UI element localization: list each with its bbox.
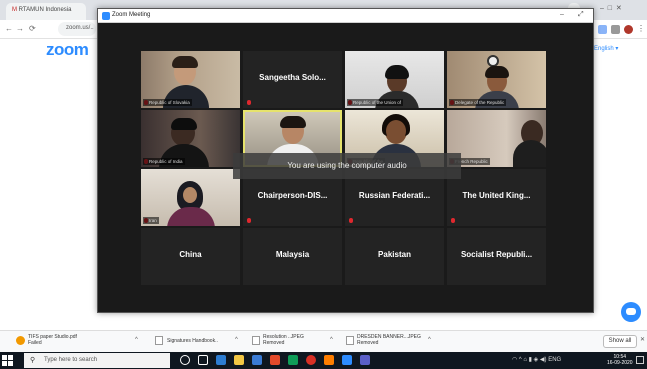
app-icon[interactable] bbox=[360, 355, 370, 365]
chevron-up-icon[interactable]: ^ bbox=[235, 337, 238, 343]
participant-name: Sangeetha Solo... bbox=[259, 73, 326, 82]
participant-name-label: Republic of Slovakia bbox=[143, 99, 192, 106]
chevron-up-icon[interactable]: ^ bbox=[428, 337, 431, 343]
participant-tile[interactable]: Pakistan bbox=[345, 228, 444, 285]
zoom-app-icon bbox=[102, 12, 110, 20]
participant-tile[interactable]: French Republic bbox=[447, 110, 546, 167]
windows-start-icon[interactable] bbox=[2, 355, 13, 366]
audio-notification-toast: You are using the computer audio bbox=[233, 153, 461, 179]
url-input[interactable]: zoom.us/.. bbox=[58, 22, 96, 36]
system-tray-icons[interactable]: ◠ ^ ⌂ ▮ ◈ ◀) ENG bbox=[512, 356, 561, 363]
taskbar-search-input[interactable]: Type here to search bbox=[24, 353, 170, 368]
close-icon[interactable]: ✕ bbox=[640, 336, 645, 343]
profile-avatar[interactable] bbox=[624, 25, 633, 34]
show-all-button[interactable]: Show all bbox=[603, 335, 637, 348]
menu-icon[interactable]: ⋮ bbox=[637, 24, 645, 33]
participant-tile[interactable]: Sangeetha Solo... bbox=[243, 51, 342, 108]
muted-mic-icon bbox=[247, 100, 251, 105]
download-item[interactable]: TIFS paper Studio.pdf Failed bbox=[28, 334, 100, 346]
window-controls-behind[interactable]: – □ ✕ bbox=[600, 4, 622, 12]
search-icon: ⚲ bbox=[30, 357, 36, 364]
participant-name: Chairperson-DIS... bbox=[257, 191, 328, 200]
participant-tile[interactable]: Republic of the Union of bbox=[345, 51, 444, 108]
file-icon bbox=[155, 336, 163, 345]
notification-icon[interactable] bbox=[636, 356, 644, 364]
app-icon[interactable] bbox=[324, 355, 334, 365]
participant-tile[interactable]: The United King... bbox=[447, 169, 546, 226]
gmail-icon: M bbox=[12, 7, 19, 13]
warning-icon bbox=[16, 336, 25, 345]
app-icon[interactable] bbox=[270, 355, 280, 365]
participant-name: Socialist Republi... bbox=[460, 250, 533, 259]
participant-name-label: Iran bbox=[143, 217, 159, 224]
participant-name: Malaysia bbox=[275, 250, 310, 259]
participant-name: Pakistan bbox=[378, 250, 411, 259]
zoom-taskbar-icon[interactable] bbox=[342, 355, 352, 365]
forward-icon[interactable]: → bbox=[16, 24, 24, 33]
download-item[interactable]: Resolution ..JPEG Removed bbox=[263, 334, 325, 346]
participant-tile[interactable]: Republic of India bbox=[141, 110, 240, 167]
participant-tile[interactable]: Socialist Republi... bbox=[447, 228, 546, 285]
participant-tile[interactable]: China bbox=[141, 228, 240, 285]
back-icon[interactable]: ← bbox=[5, 24, 13, 33]
window-title: Zoom Meeting bbox=[112, 12, 151, 18]
zoom-logo: zoom bbox=[46, 40, 89, 59]
muted-mic-icon bbox=[247, 218, 251, 223]
participant-name: The United King... bbox=[462, 191, 531, 200]
task-view-icon[interactable] bbox=[198, 355, 208, 365]
chevron-up-icon[interactable]: ^ bbox=[330, 337, 333, 343]
clock[interactable]: 10:54 16-09-2020 bbox=[607, 354, 633, 366]
file-icon bbox=[252, 336, 260, 345]
participant-name: Russian Federati... bbox=[358, 191, 431, 200]
browser-tab[interactable]: M RTAMUN Indonesia bbox=[6, 3, 86, 20]
chat-icon bbox=[626, 308, 636, 315]
participant-tile[interactable]: Malaysia bbox=[243, 228, 342, 285]
participant-tile[interactable]: Delegate of the Republic bbox=[447, 51, 546, 108]
participant-tile[interactable]: Republic of Slovakia bbox=[141, 51, 240, 108]
participant-name-label: Republic of the Union of bbox=[347, 99, 404, 106]
participant-name: China bbox=[179, 250, 202, 259]
file-explorer-icon[interactable] bbox=[234, 355, 244, 365]
participant-name-label: Delegate of the Republic bbox=[449, 99, 507, 106]
store-icon[interactable] bbox=[252, 355, 262, 365]
download-item[interactable]: Signatures Handbook.. bbox=[167, 338, 229, 344]
extension-icon[interactable] bbox=[611, 25, 620, 34]
app-icon[interactable] bbox=[288, 355, 298, 365]
extension-icon[interactable] bbox=[598, 25, 607, 34]
language-link[interactable]: English ▾ bbox=[594, 45, 618, 52]
muted-mic-icon bbox=[349, 218, 353, 223]
chrome-icon[interactable] bbox=[306, 355, 316, 365]
participant-tile[interactable]: Iran bbox=[141, 169, 240, 226]
chat-bubble-button[interactable] bbox=[621, 302, 641, 322]
edge-icon[interactable] bbox=[216, 355, 226, 365]
download-item[interactable]: DRESDEN BANNER...JPEG Removed bbox=[357, 334, 423, 346]
muted-mic-icon bbox=[451, 218, 455, 223]
chevron-up-icon[interactable]: ^ bbox=[135, 337, 138, 343]
cortana-icon[interactable] bbox=[180, 355, 190, 365]
reload-icon[interactable]: ⟳ bbox=[29, 24, 36, 33]
file-icon bbox=[346, 336, 354, 345]
fullscreen-button[interactable]: ⤢ bbox=[578, 11, 584, 19]
window-titlebar: Zoom Meeting – ⤢ bbox=[98, 9, 593, 23]
minimize-button[interactable]: – bbox=[560, 11, 564, 18]
participant-name-label: Republic of India bbox=[143, 158, 185, 165]
